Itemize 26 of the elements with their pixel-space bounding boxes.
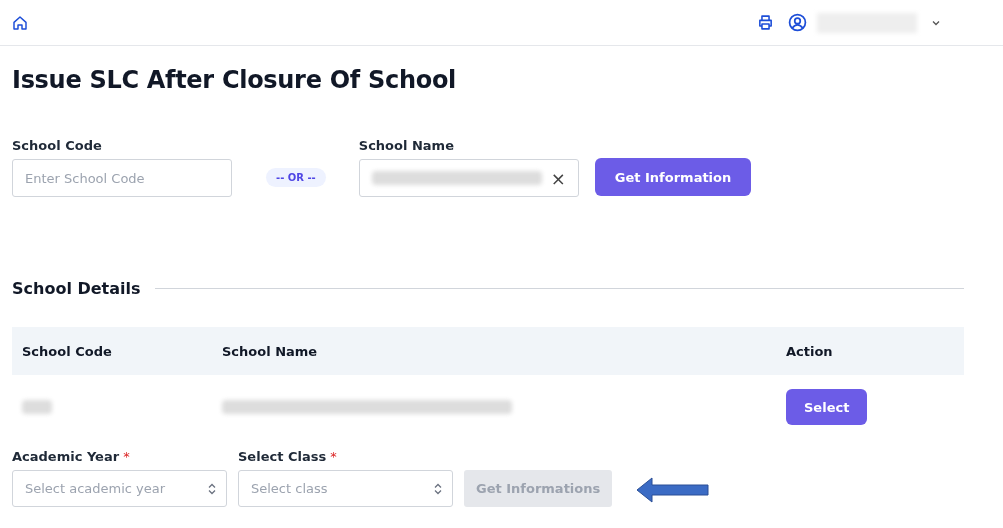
column-header: School Code (21, 343, 113, 359)
blurred-text (22, 400, 52, 414)
required-mark: * (123, 449, 130, 464)
field-label: Select Class (238, 449, 327, 464)
get-information-button[interactable]: Get Information (594, 158, 752, 196)
clear-button[interactable]: × (550, 167, 566, 189)
user-icon[interactable] (788, 13, 807, 32)
field-label: Academic Year (12, 449, 120, 464)
field-label: School Code (12, 138, 103, 153)
column-header: Action (786, 343, 834, 359)
home-icon[interactable] (12, 14, 28, 31)
select-field[interactable]: Select class (238, 470, 453, 507)
printer-icon[interactable] (757, 14, 774, 31)
required-mark: * (330, 449, 337, 464)
or-badge: -- OR -- (266, 168, 326, 187)
column-header: School Name (222, 343, 319, 359)
page-title: Issue SLC After Closure Of School (12, 66, 457, 94)
chevron-up-down-icon (434, 482, 442, 495)
arrow-left-icon (636, 477, 711, 503)
school-name-field[interactable]: × (358, 159, 579, 197)
section-heading: School Details (12, 279, 141, 298)
select-button[interactable]: Select (786, 389, 868, 425)
chevron-up-down-icon (208, 482, 216, 495)
field-label: School Name (358, 138, 455, 153)
school-code-field[interactable]: Enter School Code (12, 159, 232, 197)
select-field[interactable]: Select academic year (12, 470, 227, 507)
